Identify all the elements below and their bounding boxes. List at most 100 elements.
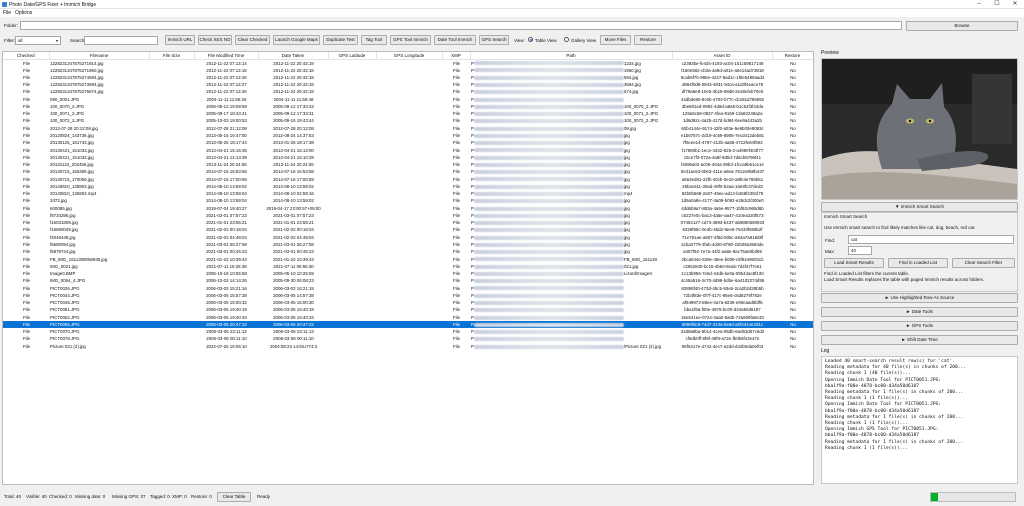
cell-gps-longitude (376, 219, 442, 226)
col-date-taken[interactable]: Date Taken (258, 52, 329, 60)
close-button[interactable]: ✕ (1006, 0, 1024, 9)
smart-search-toggle[interactable]: ▼ Immich Smart Search (821, 202, 1018, 212)
table-row[interactable]: File f16690049.jpg 2021-02-02 00:18:04 2021… (3, 226, 813, 233)
cell-xmp: File (452, 60, 461, 66)
launch-google-maps-button[interactable]: Launch Google Maps (273, 35, 320, 45)
cell-file-size (149, 67, 194, 74)
check-xes-no-button[interactable]: Check XES NO (198, 35, 232, 45)
minimize-button[interactable]: – (970, 0, 988, 9)
clear-search-filter-button[interactable]: Clear Search Filter (952, 258, 1015, 268)
move-files-button[interactable]: Move Files (600, 35, 631, 45)
table-row[interactable]: File f5680094.jpg 2021-03-01 06:27:58 2021-… (3, 241, 813, 248)
table-row[interactable]: File f16031808.jpg 2021-01-01 23:55:21 2021… (3, 219, 813, 226)
browse-button[interactable]: Browse (906, 21, 1018, 31)
table-row[interactable]: File PICT0055.JPG 2006-03-05 20:47:22 2006-… (3, 320, 813, 329)
table-row[interactable]: File FB_IMG_1611308058935.jpg 2021-01-22 1… (3, 255, 813, 262)
table-row[interactable]: File IMG_0064_4.JPG 2006-10-02 14:14:26 200… (3, 277, 813, 284)
duplicate-test-button[interactable]: Duplicate Test (323, 35, 358, 45)
cell-checked: File (22, 103, 31, 109)
col-checked[interactable]: Checked (3, 52, 50, 60)
col-asset-id[interactable]: Asset ID (672, 52, 773, 60)
table-row[interactable]: File 3472.jpg 2014-08-10 13:59:04 2014-08-1… (3, 197, 813, 204)
cell-restore: No (790, 249, 796, 255)
table-row[interactable]: File PICT0045.JPG 2006-03-05 15:00:32 2006-… (3, 299, 813, 306)
table-row[interactable]: File 20140715_170059.jpg 2014-07-15 17:00:… (3, 175, 813, 182)
table-row[interactable]: File 1228231347875275674.jpg 2012-11-22 07… (3, 88, 813, 95)
col-path[interactable]: Path (470, 52, 673, 60)
table-row[interactable]: File PICT0078.JPG 2006-03-06 00:11:10 2006-… (3, 335, 813, 342)
table-row[interactable]: File 20130421_151033.jpg 2013-04-21 15:16:… (3, 146, 813, 153)
table-row[interactable]: File 20140715_165359.jpg 2014-07-15 16:53:… (3, 168, 813, 175)
table-row[interactable]: File 090_0001.JPG 2004-11-11 11:56:26 2004-… (3, 96, 813, 103)
table-view-label[interactable]: Table View (535, 38, 557, 43)
table-row[interactable]: File 1228231347875271960.jpg 2012-11-22 07… (3, 67, 813, 74)
search-input[interactable] (84, 36, 158, 45)
table-row[interactable]: File 20130421_151033.jpg 2013-04-21 14:13:… (3, 154, 813, 161)
table-row[interactable]: File 1228231347875271914.jpg 2012-11-22 07… (3, 59, 813, 67)
menu-options[interactable]: Options (15, 10, 32, 16)
col-xmp[interactable]: XMP (442, 52, 471, 60)
max-input[interactable]: 40 (848, 246, 872, 255)
shift-date-time-section[interactable]: ► Shift Date Time (821, 335, 1018, 345)
clear-checked-button[interactable]: Clear Checked (235, 35, 270, 45)
progress-fill (931, 493, 938, 501)
cell-checked: File (22, 205, 31, 211)
col-file-size[interactable]: File Size (149, 52, 195, 60)
filter-select[interactable]: all ▾ (15, 36, 61, 45)
folder-input[interactable] (20, 21, 902, 30)
table-row[interactable]: File f8734295.jpg 2021-03-01 07:57:23 2021-… (3, 212, 813, 219)
gallery-view-radio[interactable] (564, 37, 569, 42)
maximize-button[interactable]: ☐ (988, 0, 1006, 9)
table-row[interactable]: File 20131124_202455.jpg 2013-11-24 20:24:… (3, 161, 813, 168)
col-gps-latitude[interactable]: GPS Latitude (328, 52, 377, 60)
cell-xmp: File (452, 220, 461, 226)
find-input[interactable]: cat (848, 235, 1014, 244)
table-row[interactable]: File 100_0071_2.JPG 2005-09-17 18:43:41 200… (3, 110, 813, 117)
gps-search-button[interactable]: GPS Search (479, 35, 509, 45)
status-xmp: XMP: 0 (172, 494, 187, 499)
table-row[interactable]: File 1228231347875273694.jpg 2012-11-22 07… (3, 81, 813, 88)
gps-tool-immich-button[interactable]: GPS Tool Immich (390, 35, 431, 45)
table-row[interactable]: File 100_0072_2.JPG 2005-10-03 19:00:53 200… (3, 117, 813, 124)
use-highlighted-row-section[interactable]: ► Use Highlighted Row As Source (821, 293, 1018, 303)
table-row[interactable]: File 2012-07-28 20:12:08.jpg 2012-07-28 21… (3, 125, 813, 132)
cell-xmp: File (452, 96, 461, 102)
load-smart-results-button[interactable]: Load Smart Results (824, 258, 884, 268)
table-row[interactable]: File Image0.BMP 2005-10-18 10:55:58 2005-05… (3, 270, 813, 277)
date-tool-immich-button[interactable]: Date Tool Immich (434, 35, 476, 45)
date-tools-section[interactable]: ► Date Tools (821, 307, 1018, 317)
table-row[interactable]: File f5879744.jpg 2021-03-01 00:45:23 2021-… (3, 248, 813, 255)
table-row[interactable]: File PICT0026.JPG 2006-03-02 15:21:16 2006-… (3, 284, 813, 291)
table-row[interactable]: File f2049448.jpg 2021-02-02 04:49:04 2021-… (3, 234, 813, 241)
table-row[interactable]: File 600085.jpg 2019-07-04 19:40:27 2019-04… (3, 205, 813, 212)
find-in-loaded-list-button[interactable]: Find in Loaded List (888, 258, 948, 268)
immich-url-button[interactable]: Immich URL (165, 35, 195, 45)
col-file-modified[interactable]: File Modified Time (194, 52, 259, 60)
table-row[interactable]: File 20140810_135903.jpg 2014-08-10 13:59:… (3, 183, 813, 190)
log-output[interactable]: Loaded 40 smart-search result row(s) for… (821, 356, 1018, 484)
gallery-view-label[interactable]: Gallery View (571, 38, 596, 43)
cell-checked: File (22, 314, 31, 320)
tag-tool-button[interactable]: Tag Tool (361, 35, 387, 45)
table-row[interactable]: File 20120824_143736.jpg 2013-05-15 16:47:… (3, 132, 813, 139)
table-row[interactable]: File PICT0052.JPG 2006-03-05 19:40:34 2006-… (3, 314, 813, 321)
table-row[interactable]: File PICT0070.JPG 2006-03-05 23:11:13 2006-… (3, 328, 813, 335)
file-table[interactable]: Checked Filename File Size File Modified… (2, 51, 814, 485)
table-row[interactable]: File PICT0044.JPG 2006-03-05 15:57:38 2006-… (3, 292, 813, 299)
restore-button[interactable]: Restore (634, 35, 662, 45)
table-view-radio[interactable] (528, 37, 533, 42)
table-row[interactable]: File 1228231347875274594.jpg 2012-11-22 07… (3, 74, 813, 81)
col-restore[interactable]: Restore (772, 52, 813, 60)
table-row[interactable]: File 20140810_135903.mp4 2014-08-10 13:59:… (3, 190, 813, 197)
menu-file[interactable]: File (3, 10, 11, 16)
table-row[interactable]: File PICT0051.JPG 2006-03-05 19:40:19 2006-… (3, 306, 813, 313)
col-gps-longitude[interactable]: GPS Longitude (376, 52, 443, 60)
table-row[interactable]: File IMG_0021.jpg 2021-07-11 16:25:38 2021-… (3, 263, 813, 270)
table-row[interactable]: File Picture 021 (2).jpg 2022-07-25 15:05:… (3, 343, 813, 350)
gps-tools-section[interactable]: ► GPS Tools (821, 321, 1018, 331)
cell-xmp: File (452, 263, 461, 269)
table-row[interactable]: File 20130125_181743.jpg 2013-05-25 18:17:… (3, 139, 813, 146)
col-filename[interactable]: Filename (49, 52, 150, 60)
clear-table-button[interactable]: Clear Table (217, 492, 251, 502)
table-row[interactable]: File 100_0070_2.JPG 2005-09-12 19:09:59 200… (3, 103, 813, 110)
